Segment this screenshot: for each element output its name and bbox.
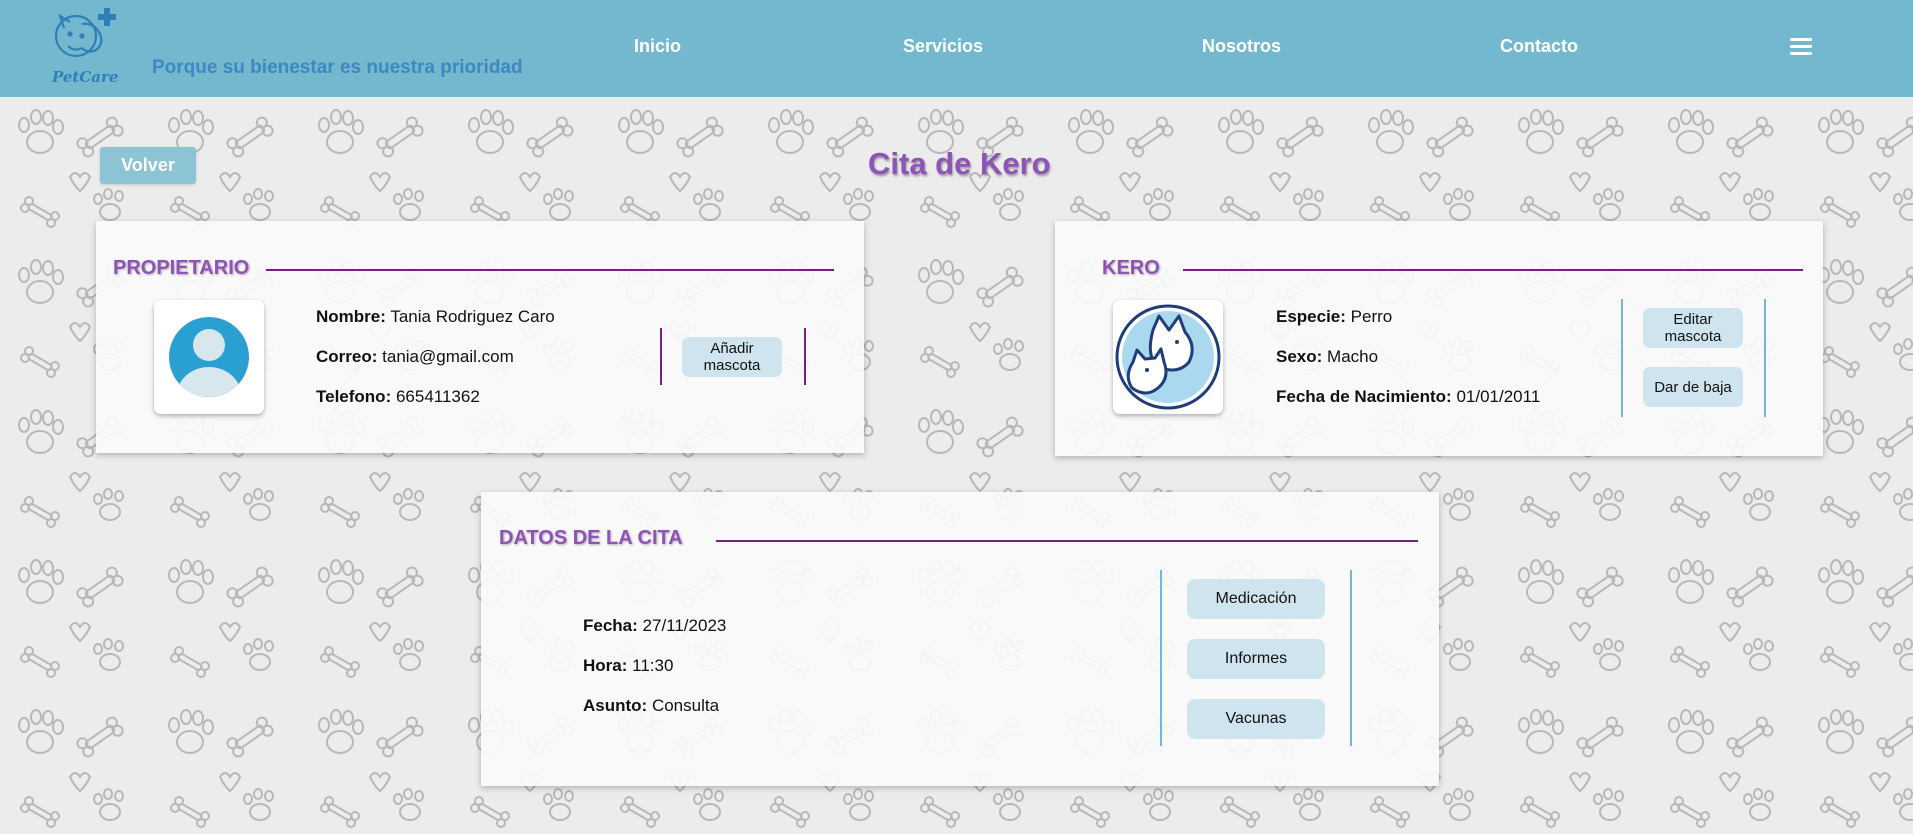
appointment-action-divider-left xyxy=(1160,570,1162,746)
vaccines-button[interactable]: Vacunas xyxy=(1187,699,1325,739)
nav-inicio[interactable]: Inicio xyxy=(634,36,681,57)
owner-action-divider-right xyxy=(804,328,806,385)
owner-name-label: Nombre: xyxy=(316,307,386,326)
appointment-subject-value: Consulta xyxy=(651,696,720,715)
owner-card: PROPIETARIO Nombre: Tania Rodriguez Caro… xyxy=(96,221,864,453)
page-title: Cita de Kero xyxy=(868,146,1051,181)
owner-email-value: tania@gmail.com xyxy=(382,347,514,366)
appointment-subject-field: Asunto: Consulta xyxy=(583,696,719,716)
nav-contacto[interactable]: Contacto xyxy=(1500,36,1578,57)
medication-button[interactable]: Medicación xyxy=(1187,579,1325,619)
owner-section-title: PROPIETARIO xyxy=(113,257,250,279)
owner-title-divider xyxy=(266,269,834,271)
site-header: PetCare Porque su bienestar es nuestra p… xyxy=(0,0,1913,97)
appointment-time-field: Hora: 11:30 xyxy=(583,656,673,676)
owner-email-label: Correo: xyxy=(316,347,378,366)
pet-species-label: Especie: xyxy=(1276,307,1346,326)
dog-cat-icon xyxy=(1115,304,1221,410)
pet-action-divider-right xyxy=(1764,299,1766,417)
back-button[interactable]: Volver xyxy=(100,147,196,184)
remove-pet-button[interactable]: Dar de baja xyxy=(1643,367,1743,407)
appointment-date-value: 27/11/2023 xyxy=(642,616,727,635)
appointment-time-label: Hora: xyxy=(583,656,628,675)
tagline: Porque su bienestar es nuestra prioridad xyxy=(152,57,523,78)
appointment-section-title: DATOS DE LA CITA xyxy=(499,527,683,549)
owner-phone-label: Telefono: xyxy=(316,387,392,406)
pet-sex-field: Sexo: Macho xyxy=(1276,347,1378,367)
owner-action-divider-left xyxy=(660,328,662,385)
edit-pet-button[interactable]: Editar mascota xyxy=(1643,308,1743,348)
pet-title-divider xyxy=(1183,269,1803,271)
pet-birth-label: Fecha de Nacimiento: xyxy=(1276,387,1452,406)
owner-avatar xyxy=(154,300,264,414)
owner-name-field: Nombre: Tania Rodriguez Caro xyxy=(316,307,555,327)
pet-section-title: KERO xyxy=(1102,257,1160,279)
pet-avatar xyxy=(1113,300,1223,414)
owner-phone-value: 665411362 xyxy=(395,387,480,406)
nav-servicios[interactable]: Servicios xyxy=(903,36,983,57)
appointment-time-value: 11:30 xyxy=(632,656,674,675)
appointment-action-divider-right xyxy=(1350,570,1352,746)
appointment-title-divider xyxy=(716,540,1418,542)
owner-phone-field: Telefono: 665411362 xyxy=(316,387,480,407)
owner-email-field: Correo: tania@gmail.com xyxy=(316,347,514,367)
pet-species-field: Especie: Perro xyxy=(1276,307,1392,327)
reports-button[interactable]: Informes xyxy=(1187,639,1325,679)
pet-birth-field: Fecha de Nacimiento: 01/01/2011 xyxy=(1276,387,1540,407)
add-pet-button[interactable]: Añadir mascota xyxy=(682,337,782,377)
pet-birth-value: 01/01/2011 xyxy=(1456,387,1541,406)
pet-sex-value: Macho xyxy=(1327,347,1379,366)
pet-sex-label: Sexo: xyxy=(1276,347,1323,366)
logo-text: PetCare xyxy=(52,68,119,86)
user-avatar-icon xyxy=(169,317,249,397)
pet-species-value: Perro xyxy=(1350,307,1393,326)
pet-action-divider-left xyxy=(1621,299,1623,417)
appointment-subject-label: Asunto: xyxy=(583,696,648,715)
hamburger-menu-icon[interactable] xyxy=(1790,38,1812,56)
appointment-date-field: Fecha: 27/11/2023 xyxy=(583,616,726,636)
pet-card: KERO Especie: Perro Sexo: Macho Fecha de… xyxy=(1055,221,1823,456)
owner-name-value: Tania Rodriguez Caro xyxy=(390,307,555,326)
appointment-date-label: Fecha: xyxy=(583,616,638,635)
nav-nosotros[interactable]: Nosotros xyxy=(1202,36,1281,57)
